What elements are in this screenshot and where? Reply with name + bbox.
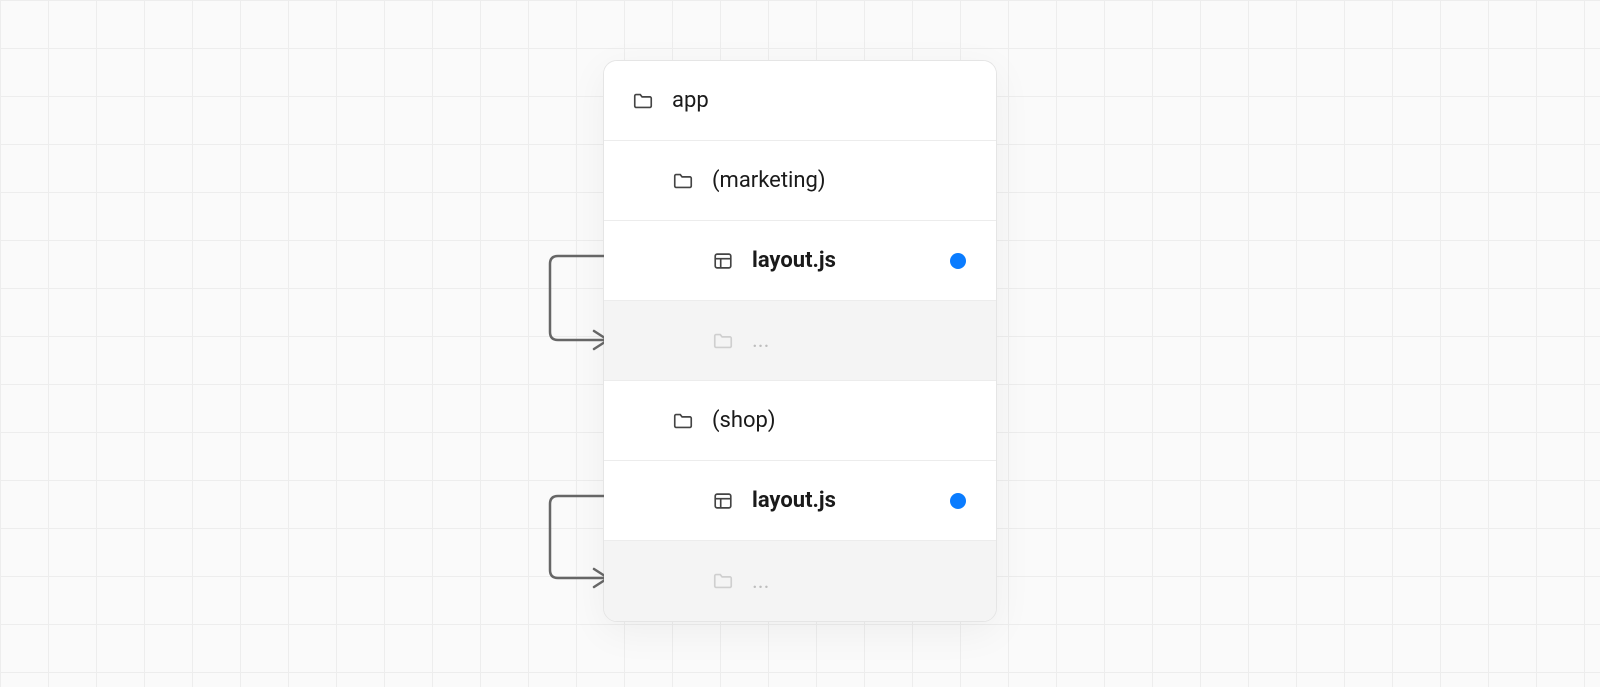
- folder-icon: [712, 330, 734, 352]
- layout-icon: [712, 490, 734, 512]
- status-dot: [950, 493, 966, 509]
- file-tree-panel: app (marketing) layout.js: [603, 60, 997, 622]
- folder-icon: [712, 570, 734, 592]
- tree-row-root[interactable]: app: [604, 61, 996, 141]
- tree-row-label: ...: [752, 328, 769, 353]
- status-dot: [950, 253, 966, 269]
- tree-row-more[interactable]: ...: [604, 301, 996, 381]
- tree-row-label: (shop): [712, 408, 776, 433]
- layout-icon: [712, 250, 734, 272]
- diagram-canvas: app (marketing) layout.js: [0, 0, 1600, 687]
- tree-row-label: (marketing): [712, 168, 826, 193]
- tree-row-group-folder[interactable]: (marketing): [604, 141, 996, 221]
- tree-row-more[interactable]: ...: [604, 541, 996, 621]
- tree-row-label: app: [672, 88, 709, 113]
- folder-icon: [672, 170, 694, 192]
- tree-row-layout-file[interactable]: layout.js: [604, 221, 996, 301]
- tree-row-label: layout.js: [752, 488, 836, 513]
- tree-row-group-folder[interactable]: (shop): [604, 381, 996, 461]
- folder-icon: [672, 410, 694, 432]
- tree-row-layout-file[interactable]: layout.js: [604, 461, 996, 541]
- tree-row-label: layout.js: [752, 248, 836, 273]
- folder-icon: [632, 90, 654, 112]
- tree-row-label: ...: [752, 569, 769, 594]
